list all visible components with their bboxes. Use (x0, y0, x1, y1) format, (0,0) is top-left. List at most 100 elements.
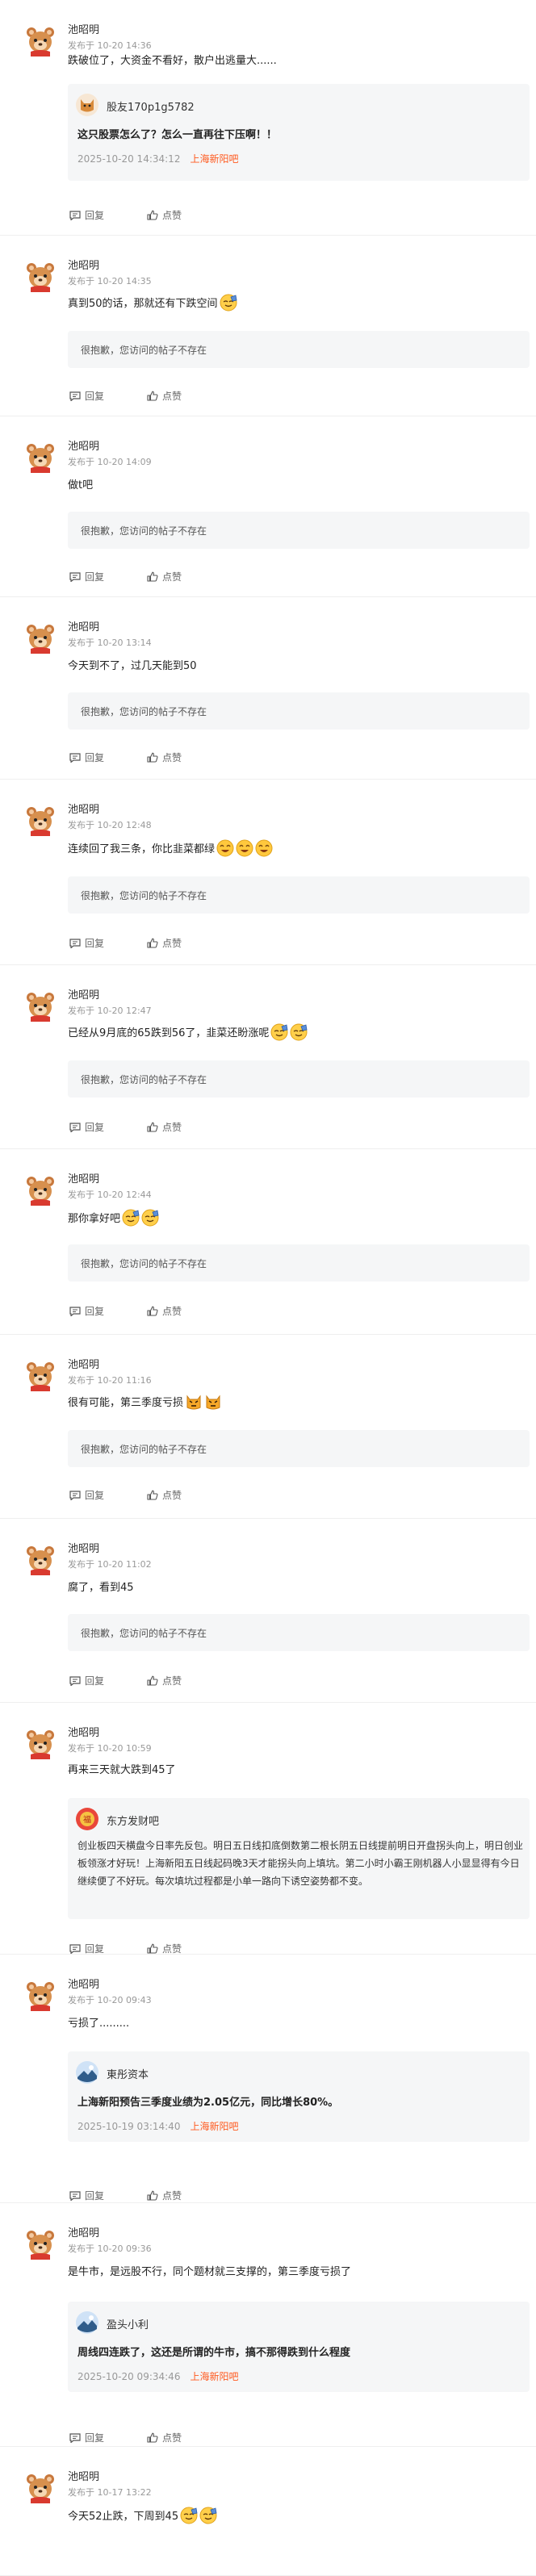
comment-text-content: 已经从9月底的65跌到56了，韭菜还盼涨呢 (68, 1027, 270, 1039)
avatar[interactable] (24, 804, 57, 836)
username[interactable]: 池昭明 (68, 441, 99, 454)
avatar[interactable] (24, 260, 57, 292)
missing-post-message: 很抱歉，您访问的帖子不存在 (81, 345, 207, 356)
quoted-source-link[interactable]: 上海新阳吧 (190, 2371, 238, 2382)
quoted-author-name[interactable]: 股友170p1g5782 (107, 98, 195, 114)
post-time: 发布于 10-20 13:14 (68, 638, 152, 648)
like-button[interactable]: 点赞 (147, 1488, 182, 1502)
quoted-post[interactable]: 東彤资本 上海新阳预告三季度业绩为2.05亿元，同比增长80%。 2025-10-1… (68, 2051, 530, 2142)
post-time: 发布于 10-20 09:36 (68, 2244, 152, 2254)
comment-item: 池昭明 发布于 10-20 09:43 亏损了......... 東彤资本 上海新阳预… (0, 1955, 536, 2203)
avatar[interactable] (24, 441, 57, 473)
quoted-post-missing: 很抱歉，您访问的帖子不存在 (68, 1060, 530, 1098)
quoted-post-missing: 很抱歉，您访问的帖子不存在 (68, 876, 530, 914)
avatar[interactable] (24, 1727, 57, 1759)
reply-button[interactable]: 回复 (69, 1488, 104, 1502)
avatar[interactable] (24, 2471, 57, 2503)
reply-button[interactable]: 回复 (69, 2189, 104, 2202)
username[interactable]: 池昭明 (68, 260, 99, 273)
reply-label: 回复 (85, 1306, 105, 1317)
missing-post-message: 很抱歉，您访问的帖子不存在 (81, 1074, 207, 1085)
like-button[interactable]: 点赞 (147, 1674, 182, 1687)
username[interactable]: 池昭明 (68, 24, 99, 37)
like-button[interactable]: 点赞 (147, 2189, 182, 2202)
like-button[interactable]: 点赞 (147, 1120, 182, 1134)
username[interactable]: 池昭明 (68, 804, 99, 817)
like-label: 点赞 (162, 1675, 182, 1687)
avatar[interactable] (24, 1979, 57, 2011)
missing-post-message: 很抱歉，您访问的帖子不存在 (81, 525, 207, 537)
comment-text: 已经从9月底的65跌到56了，韭菜还盼涨呢 (68, 1023, 308, 1043)
quoted-post-missing: 很抱歉，您访问的帖子不存在 (68, 1244, 530, 1282)
reply-button[interactable]: 回复 (69, 1120, 104, 1134)
quoted-author-name[interactable]: 東彤资本 (107, 2066, 149, 2081)
like-button[interactable]: 点赞 (147, 570, 182, 583)
fortune-avatar-icon: 福 (76, 1808, 98, 1830)
quoted-post[interactable]: 盈头小利 周线四连跌了，这还是所谓的牛市，搞不那得跌到什么程度 2025-10-20… (68, 2302, 530, 2392)
username[interactable]: 池昭明 (68, 989, 99, 1002)
comment-item: 池昭明 发布于 10-20 12:44 那你拿好吧 很抱歉，您访问的帖子不存在 回复 点… (0, 1149, 536, 1335)
quoted-post[interactable]: 股友170p1g5782 这只股票怎么了？怎么一直再往下压啊！！ 2025-10-2… (68, 84, 530, 181)
like-button[interactable]: 点赞 (147, 751, 182, 764)
reply-button[interactable]: 回复 (69, 2431, 104, 2444)
reply-button[interactable]: 回复 (69, 1942, 104, 1955)
avatar[interactable] (24, 989, 57, 1022)
username[interactable]: 池昭明 (68, 1543, 99, 1556)
comment-text: 做t吧 (68, 476, 93, 496)
like-label: 点赞 (162, 210, 182, 221)
comment-text: 跌破位了，大资金不看好，散户出逃量大...... (68, 52, 277, 71)
like-button[interactable]: 点赞 (147, 208, 182, 222)
avatar[interactable] (24, 24, 57, 56)
quoted-date: 2025-10-20 09:34:46 (77, 2371, 181, 2382)
like-icon (147, 571, 158, 582)
quoted-source-link[interactable]: 上海新阳吧 (190, 2121, 238, 2132)
quoted-source-link[interactable]: 上海新阳吧 (190, 153, 238, 165)
missing-post-message: 很抱歉，您访问的帖子不存在 (81, 1628, 207, 1639)
comment-text: 再来三天就大跌到45了 (68, 1761, 176, 1780)
username[interactable]: 池昭明 (68, 1359, 99, 1372)
comment-text-content: 那你拿好吧 (68, 1213, 121, 1225)
username[interactable]: 池昭明 (68, 2471, 99, 2484)
like-button[interactable]: 点赞 (147, 2431, 182, 2444)
like-label: 点赞 (162, 2432, 182, 2444)
quoted-author-name[interactable]: 盈头小利 (107, 2316, 149, 2331)
username[interactable]: 池昭明 (68, 1727, 99, 1740)
reply-button[interactable]: 回复 (69, 570, 104, 583)
reply-button[interactable]: 回复 (69, 389, 104, 403)
reply-button[interactable]: 回复 (69, 1304, 104, 1318)
comment-text: 今天52止跌，下周到45 (68, 2507, 217, 2527)
post-time: 发布于 10-20 09:43 (68, 1995, 152, 2005)
like-icon (147, 1122, 158, 1132)
like-button[interactable]: 点赞 (147, 389, 182, 403)
avatar[interactable] (24, 2227, 57, 2260)
avatar[interactable] (24, 1173, 57, 1206)
reply-button[interactable]: 回复 (69, 751, 104, 764)
like-icon (147, 210, 158, 220)
avatar[interactable] (24, 1543, 57, 1575)
reply-button[interactable]: 回复 (69, 936, 104, 950)
like-button[interactable]: 点赞 (147, 1304, 182, 1318)
username[interactable]: 池昭明 (68, 621, 99, 634)
like-button[interactable]: 点赞 (147, 1942, 182, 1955)
username[interactable]: 池昭明 (68, 1979, 99, 1992)
quoted-date: 2025-10-19 03:14:40 (77, 2121, 181, 2132)
like-button[interactable]: 点赞 (147, 936, 182, 950)
reply-button[interactable]: 回复 (69, 1674, 104, 1687)
username[interactable]: 池昭明 (68, 2227, 99, 2240)
quoted-post-missing: 很抱歉，您访问的帖子不存在 (68, 512, 530, 549)
avatar[interactable] (24, 621, 57, 654)
quoted-author-name[interactable]: 东方发财吧 (107, 1813, 159, 1828)
comment-text-content: 很有可能，第三季度亏损 (68, 1397, 184, 1409)
like-icon (147, 1943, 158, 1954)
quoted-post[interactable]: 福 东方发财吧 创业板四天横盘今日率先反包。明日五日线扣底倒数第二根长阴五日线提前明… (68, 1798, 530, 1919)
avatar[interactable] (24, 1359, 57, 1391)
like-label: 点赞 (162, 391, 182, 402)
reply-icon (69, 1490, 81, 1500)
like-icon (147, 2190, 158, 2201)
laugh-emoji-icon (255, 839, 273, 857)
facepalm-emoji-icon (199, 2507, 217, 2524)
comment-item: 池昭明 发布于 10-17 13:22 今天52止跌，下周到45 (0, 2447, 536, 2576)
reply-button[interactable]: 回复 (69, 208, 104, 222)
username[interactable]: 池昭明 (68, 1173, 99, 1186)
reply-icon (69, 391, 81, 401)
